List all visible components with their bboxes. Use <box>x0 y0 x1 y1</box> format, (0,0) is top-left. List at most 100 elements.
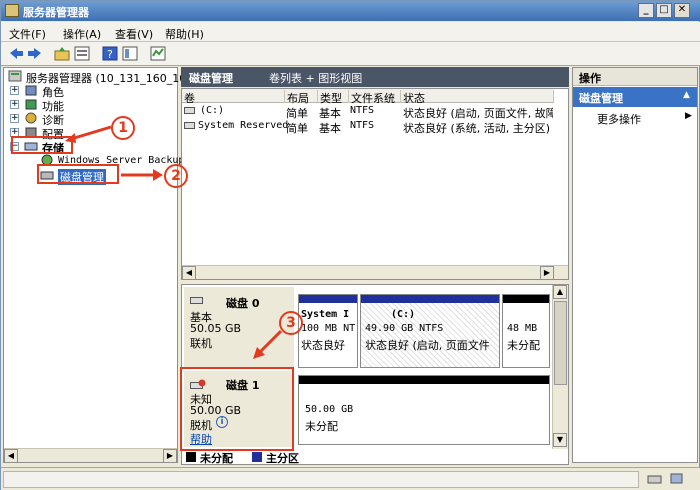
partition-name: (C:) <box>391 309 416 320</box>
collapse-up-icon[interactable]: ▲ <box>683 90 690 100</box>
expand-icon[interactable]: + <box>10 86 19 95</box>
expand-icon[interactable]: + <box>10 114 19 123</box>
volume-name: (C:) <box>200 105 225 116</box>
volume-name: System Reserved <box>198 120 289 131</box>
volume-type: 基本 <box>319 107 341 120</box>
help-icon[interactable]: ? <box>101 45 119 62</box>
actions-title: 操作 <box>579 72 601 85</box>
col-status[interactable]: 状态 <box>401 90 554 105</box>
annotation-arrow-2 <box>121 169 163 181</box>
tree-horizontal-scrollbar[interactable]: ◀ ▶ <box>4 448 177 463</box>
partition-name: System I <box>301 309 350 320</box>
volume-filesystem: NTFS <box>350 120 375 131</box>
diagnostics-icon <box>24 112 38 125</box>
col-type[interactable]: 类型 <box>318 90 349 105</box>
menu-bar: 文件(F) 操作(A) 查看(V) 帮助(H) <box>1 22 700 42</box>
volume-status: 状态良好 (启动, 页面文件, 故障转 <box>403 107 553 120</box>
menu-view[interactable]: 查看(V) <box>115 26 153 42</box>
volume-list-horizontal-scrollbar[interactable]: ◀ ▶ <box>182 265 568 280</box>
annotation-box-disk-management <box>37 164 119 184</box>
status-text-area <box>3 471 639 488</box>
disk0-icon <box>190 295 204 308</box>
maximize-button[interactable]: □ <box>656 3 672 18</box>
svg-text:?: ? <box>107 48 113 61</box>
legend-unallocated-swatch <box>186 452 196 462</box>
volume-disk-icon <box>184 105 196 118</box>
minimize-button[interactable]: _ <box>638 3 654 18</box>
scroll-down-button[interactable]: ▼ <box>553 433 567 447</box>
toolbar: ? <box>1 42 700 66</box>
disk1-unallocated[interactable]: 50.00 GB 未分配 <box>298 375 550 445</box>
disk-view-vertical-scrollbar[interactable]: ▲ ▼ <box>552 285 568 449</box>
volume-layout: 简单 <box>286 107 308 120</box>
partition-size: 49.90 GB NTFS <box>365 323 444 334</box>
col-filesystem[interactable]: 文件系统 <box>349 90 401 105</box>
disk0-state: 联机 <box>190 337 212 350</box>
annotation-circle-1: 1 <box>111 116 135 140</box>
col-volume[interactable]: 卷 <box>182 90 285 105</box>
annotation-arrow-1 <box>65 125 112 143</box>
volume-list: 卷 布局 类型 文件系统 状态 (C:) 简单 基本 NTFS 状态良好 (启动… <box>181 88 569 280</box>
actions-section-disk-management[interactable]: 磁盘管理 ▲ <box>573 87 697 107</box>
up-folder-icon[interactable] <box>53 45 71 62</box>
scroll-thumb[interactable] <box>554 301 567 385</box>
scroll-up-button[interactable]: ▲ <box>553 285 567 299</box>
forward-icon[interactable] <box>26 45 44 62</box>
scroll-left-button[interactable]: ◀ <box>182 266 196 280</box>
server-manager-app-icon <box>5 4 19 17</box>
show-hide-pane-icon[interactable] <box>121 45 139 62</box>
volume-row-c[interactable]: (C:) 简单 基本 NTFS 状态良好 (启动, 页面文件, 故障转 <box>182 105 554 120</box>
center-pane-title: 磁盘管理 <box>189 72 233 85</box>
features-icon <box>24 98 38 111</box>
volume-type: 基本 <box>319 122 341 135</box>
annotation-arrow-3 <box>253 329 283 359</box>
legend-primary-label: 主分区 <box>266 452 299 465</box>
more-actions-item[interactable]: 更多操作 ▶ <box>573 110 697 126</box>
volume-disk-icon <box>184 120 196 133</box>
close-button[interactable]: ✕ <box>674 3 690 18</box>
menu-action[interactable]: 操作(A) <box>63 26 101 42</box>
annotation-box-disk1 <box>180 367 294 451</box>
scroll-left-button[interactable]: ◀ <box>4 449 18 463</box>
disk0-size: 50.05 GB <box>190 322 242 335</box>
disk0-label: 磁盘 0 <box>226 297 260 310</box>
partition-size: 100 MB NT <box>301 323 356 334</box>
partition-status: 未分配 <box>305 420 338 433</box>
partition-size: 48 MB <box>507 323 538 334</box>
menu-file[interactable]: 文件(F) <box>9 26 46 42</box>
console-icon[interactable] <box>149 45 167 62</box>
network-status-icon <box>669 472 685 489</box>
disk0-partition-c[interactable]: (C:) 49.90 GB NTFS 状态良好 (启动, 页面文件 <box>360 294 500 368</box>
volume-status: 状态良好 (系统, 活动, 主分区) <box>403 122 551 135</box>
legend-unallocated-label: 未分配 <box>200 452 233 465</box>
primary-partition-bar <box>299 295 357 303</box>
properties-icon[interactable] <box>73 45 91 62</box>
annotation-circle-2: 2 <box>164 164 188 188</box>
volume-row-system-reserved[interactable]: System Reserved 简单 基本 NTFS 状态良好 (系统, 活动,… <box>182 120 554 135</box>
more-actions-label: 更多操作 <box>597 113 641 126</box>
disk0-unallocated[interactable]: 48 MB 未分配 <box>502 294 550 368</box>
center-pane-subtitle: 卷列表 + 图形视图 <box>269 72 363 85</box>
expand-icon[interactable]: + <box>10 100 19 109</box>
disk0-partition-system-reserved[interactable]: System I 100 MB NT 状态良好 <box>298 294 358 368</box>
title-bar[interactable]: 服务器管理器 _ □ ✕ <box>1 1 700 21</box>
chevron-right-icon: ▶ <box>685 111 692 121</box>
center-pane-header: 磁盘管理 卷列表 + 图形视图 <box>181 67 569 87</box>
actions-header: 操作 <box>573 68 697 86</box>
scroll-right-button[interactable]: ▶ <box>163 449 177 463</box>
status-bar <box>1 467 700 490</box>
unallocated-bar <box>503 295 549 303</box>
partition-size: 50.00 GB <box>305 404 354 415</box>
unallocated-bar <box>299 376 549 384</box>
menu-help[interactable]: 帮助(H) <box>165 26 204 42</box>
partition-status: 未分配 <box>507 339 540 352</box>
back-icon[interactable] <box>7 45 25 62</box>
disk-status-icon <box>647 472 663 489</box>
col-layout[interactable]: 布局 <box>285 90 318 105</box>
server-icon <box>8 70 22 83</box>
actions-section-label: 磁盘管理 <box>579 92 623 105</box>
primary-partition-bar <box>361 295 499 303</box>
scroll-right-button[interactable]: ▶ <box>540 266 554 280</box>
legend-primary-swatch <box>252 452 262 462</box>
server-manager-window: 服务器管理器 _ □ ✕ 文件(F) 操作(A) 查看(V) 帮助(H) ? 服… <box>0 0 700 490</box>
